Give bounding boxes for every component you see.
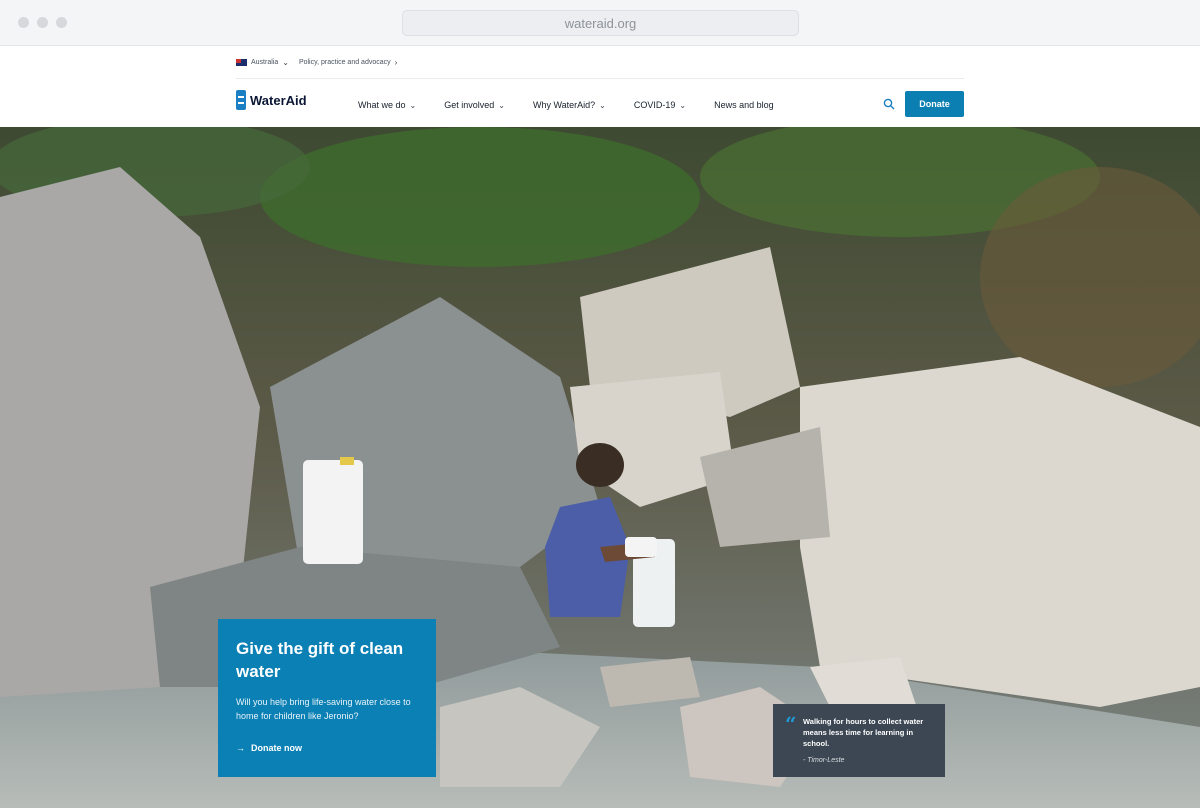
arrow-right-icon: → [236, 743, 245, 753]
nav-item-label: Why WaterAid? [532, 100, 596, 110]
chevron-down-icon: ⌄ [498, 100, 505, 110]
cta-body: Will you help bring life-saving water cl… [236, 697, 411, 721]
donate-button[interactable]: Donate [905, 91, 964, 117]
nav-item-label: Get involved [444, 100, 495, 110]
chevron-down-icon: ⌄ [409, 100, 417, 110]
site-header: WaterAid What we do ⌄ Get involved ⌄ Why… [0, 79, 1200, 127]
browser-chrome: wateraid.org [0, 0, 1200, 46]
nav-item-label: News and blog [714, 100, 774, 110]
chevron-down-icon: ⌄ [282, 57, 289, 67]
cta-title: Give the gift of clean water [236, 639, 404, 681]
chevron-down-icon: ⌄ [679, 100, 687, 110]
nav-item-label: What we do [358, 100, 406, 110]
australia-flag-icon [236, 58, 247, 66]
search-icon[interactable] [883, 98, 895, 110]
donate-now-link[interactable]: → Donate now [236, 743, 418, 753]
quote-text: Walking for hours to collect water means… [803, 717, 924, 748]
url-text: wateraid.org [564, 15, 637, 31]
quote-card: “ Walking for hours to collect water mea… [773, 704, 945, 777]
nav-item-news-and-blog[interactable]: News and blog [714, 100, 774, 110]
donation-cta-card: Give the gift of clean water Will you he… [218, 619, 436, 777]
nav-item-why-wateraid[interactable]: Why WaterAid? ⌄ [533, 100, 606, 110]
policy-link[interactable]: Policy, practice and advocacy › [299, 58, 397, 67]
policy-link-label: Policy, practice and advocacy [298, 58, 391, 66]
close-window-dot[interactable] [18, 17, 29, 28]
quote-attribution: - Timor-Leste [803, 757, 845, 764]
maximize-window-dot[interactable] [56, 17, 67, 28]
nav-item-label: COVID-19 [633, 100, 676, 110]
hero-section [0, 127, 1200, 808]
hero-photo [0, 127, 1200, 808]
address-bar[interactable]: wateraid.org [402, 10, 799, 36]
nav-item-what-we-do[interactable]: What we do ⌄ [358, 100, 416, 110]
brand-name: WaterAid [250, 92, 307, 108]
nav-item-get-involved[interactable]: Get involved ⌄ [444, 100, 505, 110]
country-selector[interactable]: Australia ⌄ [236, 58, 289, 67]
utility-bar: Australia ⌄ Policy, practice and advocac… [236, 53, 397, 71]
wateraid-logo[interactable]: WaterAid [236, 90, 307, 110]
donate-now-label: Donate now [251, 743, 302, 753]
nav-item-covid-19[interactable]: COVID-19 ⌄ [634, 100, 686, 110]
quote-icon: “ [785, 712, 797, 736]
window-controls [18, 17, 67, 28]
main-nav: What we do ⌄ Get involved ⌄ Why WaterAid… [358, 100, 774, 110]
wateraid-logo-mark-icon [236, 90, 246, 110]
chevron-down-icon: ⌄ [599, 100, 606, 110]
country-label: Australia [251, 58, 279, 66]
minimize-window-dot[interactable] [37, 17, 48, 28]
chevron-right-icon: › [394, 57, 398, 67]
